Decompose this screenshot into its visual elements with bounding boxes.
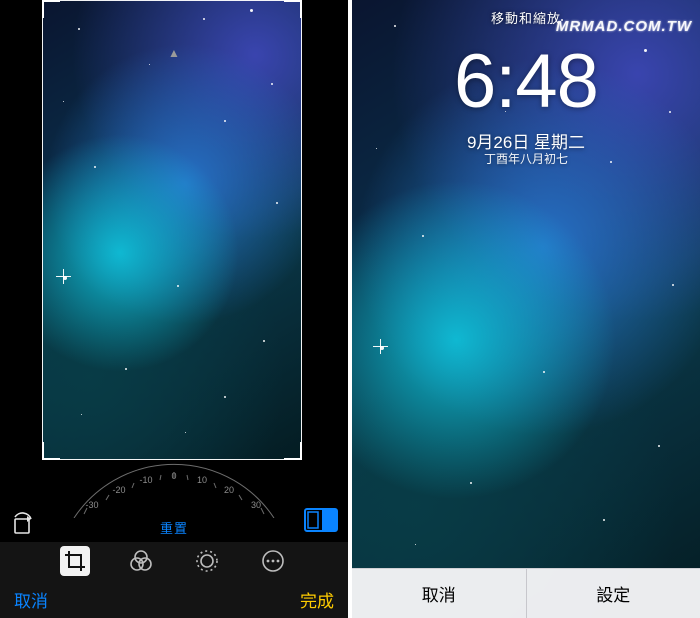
crop-tool-button[interactable] xyxy=(60,546,90,576)
svg-text:10: 10 xyxy=(197,475,207,485)
filters-tool-button[interactable] xyxy=(126,546,156,576)
more-tool-button[interactable] xyxy=(258,546,288,576)
svg-text:-10: -10 xyxy=(139,475,152,485)
screenshot-pair: -30 -20 -10 0 10 20 30 ▲ 重置 xyxy=(0,0,700,618)
cancel-button[interactable]: 取消 xyxy=(14,587,48,612)
wallpaper-preview-screen: 移動和縮放 6:48 9月26日 星期二 丁酉年八月初七 取消 設定 MRMAD… xyxy=(352,0,700,618)
lock-clock: 6:48 xyxy=(352,38,700,125)
move-zoom-label: 移動和縮放 xyxy=(491,8,561,27)
svg-text:30: 30 xyxy=(251,500,261,510)
set-button[interactable]: 設定 xyxy=(527,569,700,618)
cancel-button[interactable]: 取消 xyxy=(352,569,526,618)
bottom-action-row: 取消 完成 xyxy=(0,580,348,618)
lock-lunar-date: 丁酉年八月初七 xyxy=(352,150,700,167)
svg-text:20: 20 xyxy=(224,485,234,495)
edit-tool-row xyxy=(0,542,348,580)
svg-text:-20: -20 xyxy=(112,485,125,495)
dial-pointer-icon: ▲ xyxy=(168,46,180,60)
stars-overlay xyxy=(42,0,302,460)
done-button[interactable]: 完成 xyxy=(300,587,334,612)
wallpaper-action-bar: 取消 設定 xyxy=(352,568,700,618)
light-tool-button[interactable] xyxy=(192,546,222,576)
photo-edit-screen: -30 -20 -10 0 10 20 30 ▲ 重置 xyxy=(0,0,348,618)
rotate-icon[interactable] xyxy=(10,510,38,538)
reset-button[interactable]: 重置 xyxy=(160,518,188,537)
straighten-dial[interactable]: -30 -20 -10 0 10 20 30 xyxy=(64,458,284,518)
svg-text:-30: -30 xyxy=(85,500,98,510)
crop-canvas[interactable] xyxy=(42,0,302,460)
aspect-icon[interactable] xyxy=(304,508,338,534)
